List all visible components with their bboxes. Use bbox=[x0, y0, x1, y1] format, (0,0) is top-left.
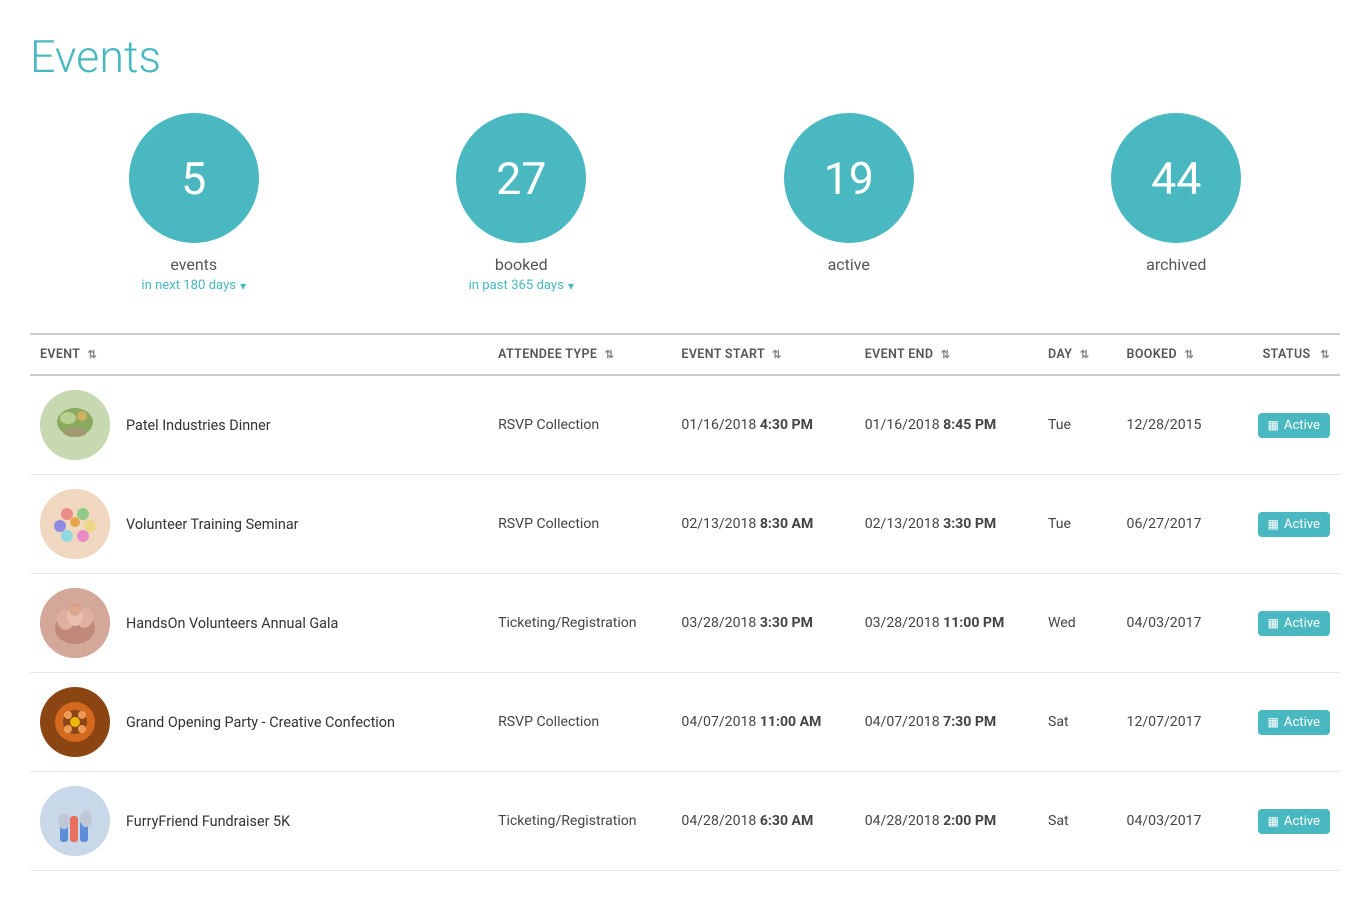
event-start-cell-3: 03/28/2018 3:30 PM bbox=[671, 574, 854, 673]
stats-row: 5 events in next 180 days 27 booked in p… bbox=[30, 113, 1340, 293]
table-header-row: EVENT ⇅ ATTENDEE TYPE ⇅ EVENT START ⇅ EV… bbox=[30, 334, 1340, 375]
status-badge-3[interactable]: ▦ Active bbox=[1258, 611, 1330, 636]
stat-booked: 27 booked in past 365 days bbox=[358, 113, 686, 293]
status-badge-5[interactable]: ▦ Active bbox=[1258, 809, 1330, 834]
event-end-cell-3: 03/28/2018 11:00 PM bbox=[855, 574, 1038, 673]
col-header-attendee[interactable]: ATTENDEE TYPE ⇅ bbox=[488, 334, 671, 375]
attendee-type-cell-5: Ticketing/Registration bbox=[488, 772, 671, 871]
stat-active-circle: 19 bbox=[784, 113, 914, 243]
status-icon-5: ▦ bbox=[1268, 814, 1279, 828]
status-cell-5: ▦ Active bbox=[1247, 772, 1340, 871]
stat-booked-circle: 27 bbox=[456, 113, 586, 243]
event-cell-1: Patel Industries Dinner bbox=[30, 375, 488, 475]
stat-booked-sub[interactable]: in past 365 days bbox=[469, 278, 574, 293]
event-end-cell-4: 04/07/2018 7:30 PM bbox=[855, 673, 1038, 772]
booked-cell-2: 06/27/2017 bbox=[1117, 475, 1248, 574]
event-start-cell-4: 04/07/2018 11:00 AM bbox=[671, 673, 854, 772]
booked-cell-5: 04/03/2017 bbox=[1117, 772, 1248, 871]
event-end-cell-2: 02/13/2018 3:30 PM bbox=[855, 475, 1038, 574]
stat-active-label: active bbox=[828, 255, 870, 274]
stat-events-number: 5 bbox=[181, 152, 206, 205]
attendee-type-cell-1: RSVP Collection bbox=[488, 375, 671, 475]
status-badge-2[interactable]: ▦ Active bbox=[1258, 512, 1330, 537]
booked-cell-3: 04/03/2017 bbox=[1117, 574, 1248, 673]
day-cell-5: Sat bbox=[1038, 772, 1117, 871]
stat-events-sub[interactable]: in next 180 days bbox=[141, 278, 246, 293]
attendee-type-cell-4: RSVP Collection bbox=[488, 673, 671, 772]
status-cell-2: ▦ Active bbox=[1247, 475, 1340, 574]
status-cell-1: ▦ Active bbox=[1247, 375, 1340, 475]
status-cell-4: ▦ Active bbox=[1247, 673, 1340, 772]
status-badge-1[interactable]: ▦ Active bbox=[1258, 413, 1330, 438]
sort-icon-booked: ⇅ bbox=[1184, 348, 1196, 360]
event-end-cell-5: 04/28/2018 2:00 PM bbox=[855, 772, 1038, 871]
sort-icon-start: ⇅ bbox=[772, 348, 784, 360]
stat-archived: 44 archived bbox=[1013, 113, 1341, 278]
stat-active-number: 19 bbox=[824, 152, 874, 205]
sort-icon-end: ⇅ bbox=[941, 348, 953, 360]
sort-icon-event: ⇅ bbox=[88, 348, 100, 360]
col-header-status[interactable]: STATUS ⇅ bbox=[1247, 334, 1340, 375]
booked-cell-1: 12/28/2015 bbox=[1117, 375, 1248, 475]
sort-icon-day: ⇅ bbox=[1080, 348, 1092, 360]
page-title: Events bbox=[30, 30, 1340, 83]
stat-active: 19 active bbox=[685, 113, 1013, 278]
event-name-5: FurryFriend Fundraiser 5K bbox=[126, 813, 290, 830]
attendee-type-cell-2: RSVP Collection bbox=[488, 475, 671, 574]
event-thumbnail-3 bbox=[40, 588, 110, 658]
table-row[interactable]: HandsOn Volunteers Annual Gala Ticketing… bbox=[30, 574, 1340, 673]
col-header-end[interactable]: EVENT END ⇅ bbox=[855, 334, 1038, 375]
day-cell-4: Sat bbox=[1038, 673, 1117, 772]
stat-events-label: events bbox=[170, 255, 217, 274]
event-name-1: Patel Industries Dinner bbox=[126, 417, 271, 434]
event-name-2: Volunteer Training Seminar bbox=[126, 516, 299, 533]
status-icon-2: ▦ bbox=[1268, 517, 1279, 531]
status-badge-4[interactable]: ▦ Active bbox=[1258, 710, 1330, 735]
day-cell-1: Tue bbox=[1038, 375, 1117, 475]
table-row[interactable]: Volunteer Training Seminar RSVP Collecti… bbox=[30, 475, 1340, 574]
day-cell-3: Wed bbox=[1038, 574, 1117, 673]
status-cell-3: ▦ Active bbox=[1247, 574, 1340, 673]
table-row[interactable]: Patel Industries Dinner RSVP Collection … bbox=[30, 375, 1340, 475]
event-name-4: Grand Opening Party - Creative Confectio… bbox=[126, 714, 395, 731]
status-icon-3: ▦ bbox=[1268, 616, 1279, 630]
event-thumbnail-2 bbox=[40, 489, 110, 559]
col-header-day[interactable]: DAY ⇅ bbox=[1038, 334, 1117, 375]
stat-archived-label: archived bbox=[1146, 255, 1206, 274]
event-cell-4: Grand Opening Party - Creative Confectio… bbox=[30, 673, 488, 772]
status-icon-4: ▦ bbox=[1268, 715, 1279, 729]
event-name-3: HandsOn Volunteers Annual Gala bbox=[126, 615, 338, 632]
events-table-container: EVENT ⇅ ATTENDEE TYPE ⇅ EVENT START ⇅ EV… bbox=[30, 333, 1340, 871]
day-cell-2: Tue bbox=[1038, 475, 1117, 574]
stat-booked-number: 27 bbox=[496, 152, 546, 205]
event-cell-5: FurryFriend Fundraiser 5K bbox=[30, 772, 488, 871]
sort-icon-attendee: ⇅ bbox=[605, 348, 617, 360]
booked-cell-4: 12/07/2017 bbox=[1117, 673, 1248, 772]
stat-events-circle: 5 bbox=[129, 113, 259, 243]
stat-archived-circle: 44 bbox=[1111, 113, 1241, 243]
stat-archived-number: 44 bbox=[1151, 152, 1201, 205]
event-start-cell-1: 01/16/2018 4:30 PM bbox=[671, 375, 854, 475]
events-table: EVENT ⇅ ATTENDEE TYPE ⇅ EVENT START ⇅ EV… bbox=[30, 333, 1340, 871]
stat-booked-label: booked bbox=[495, 255, 548, 274]
event-thumbnail-1 bbox=[40, 390, 110, 460]
event-start-cell-5: 04/28/2018 6:30 AM bbox=[671, 772, 854, 871]
event-cell-3: HandsOn Volunteers Annual Gala bbox=[30, 574, 488, 673]
event-thumbnail-5 bbox=[40, 786, 110, 856]
sort-icon-status: ⇅ bbox=[1318, 348, 1330, 360]
col-header-start[interactable]: EVENT START ⇅ bbox=[671, 334, 854, 375]
status-icon-1: ▦ bbox=[1268, 418, 1279, 432]
stat-events: 5 events in next 180 days bbox=[30, 113, 358, 293]
event-start-cell-2: 02/13/2018 8:30 AM bbox=[671, 475, 854, 574]
attendee-type-cell-3: Ticketing/Registration bbox=[488, 574, 671, 673]
event-end-cell-1: 01/16/2018 8:45 PM bbox=[855, 375, 1038, 475]
col-header-event[interactable]: EVENT ⇅ bbox=[30, 334, 488, 375]
col-header-booked[interactable]: BOOKED ⇅ bbox=[1117, 334, 1248, 375]
event-cell-2: Volunteer Training Seminar bbox=[30, 475, 488, 574]
event-thumbnail-4 bbox=[40, 687, 110, 757]
table-row[interactable]: Grand Opening Party - Creative Confectio… bbox=[30, 673, 1340, 772]
table-row[interactable]: FurryFriend Fundraiser 5K Ticketing/Regi… bbox=[30, 772, 1340, 871]
